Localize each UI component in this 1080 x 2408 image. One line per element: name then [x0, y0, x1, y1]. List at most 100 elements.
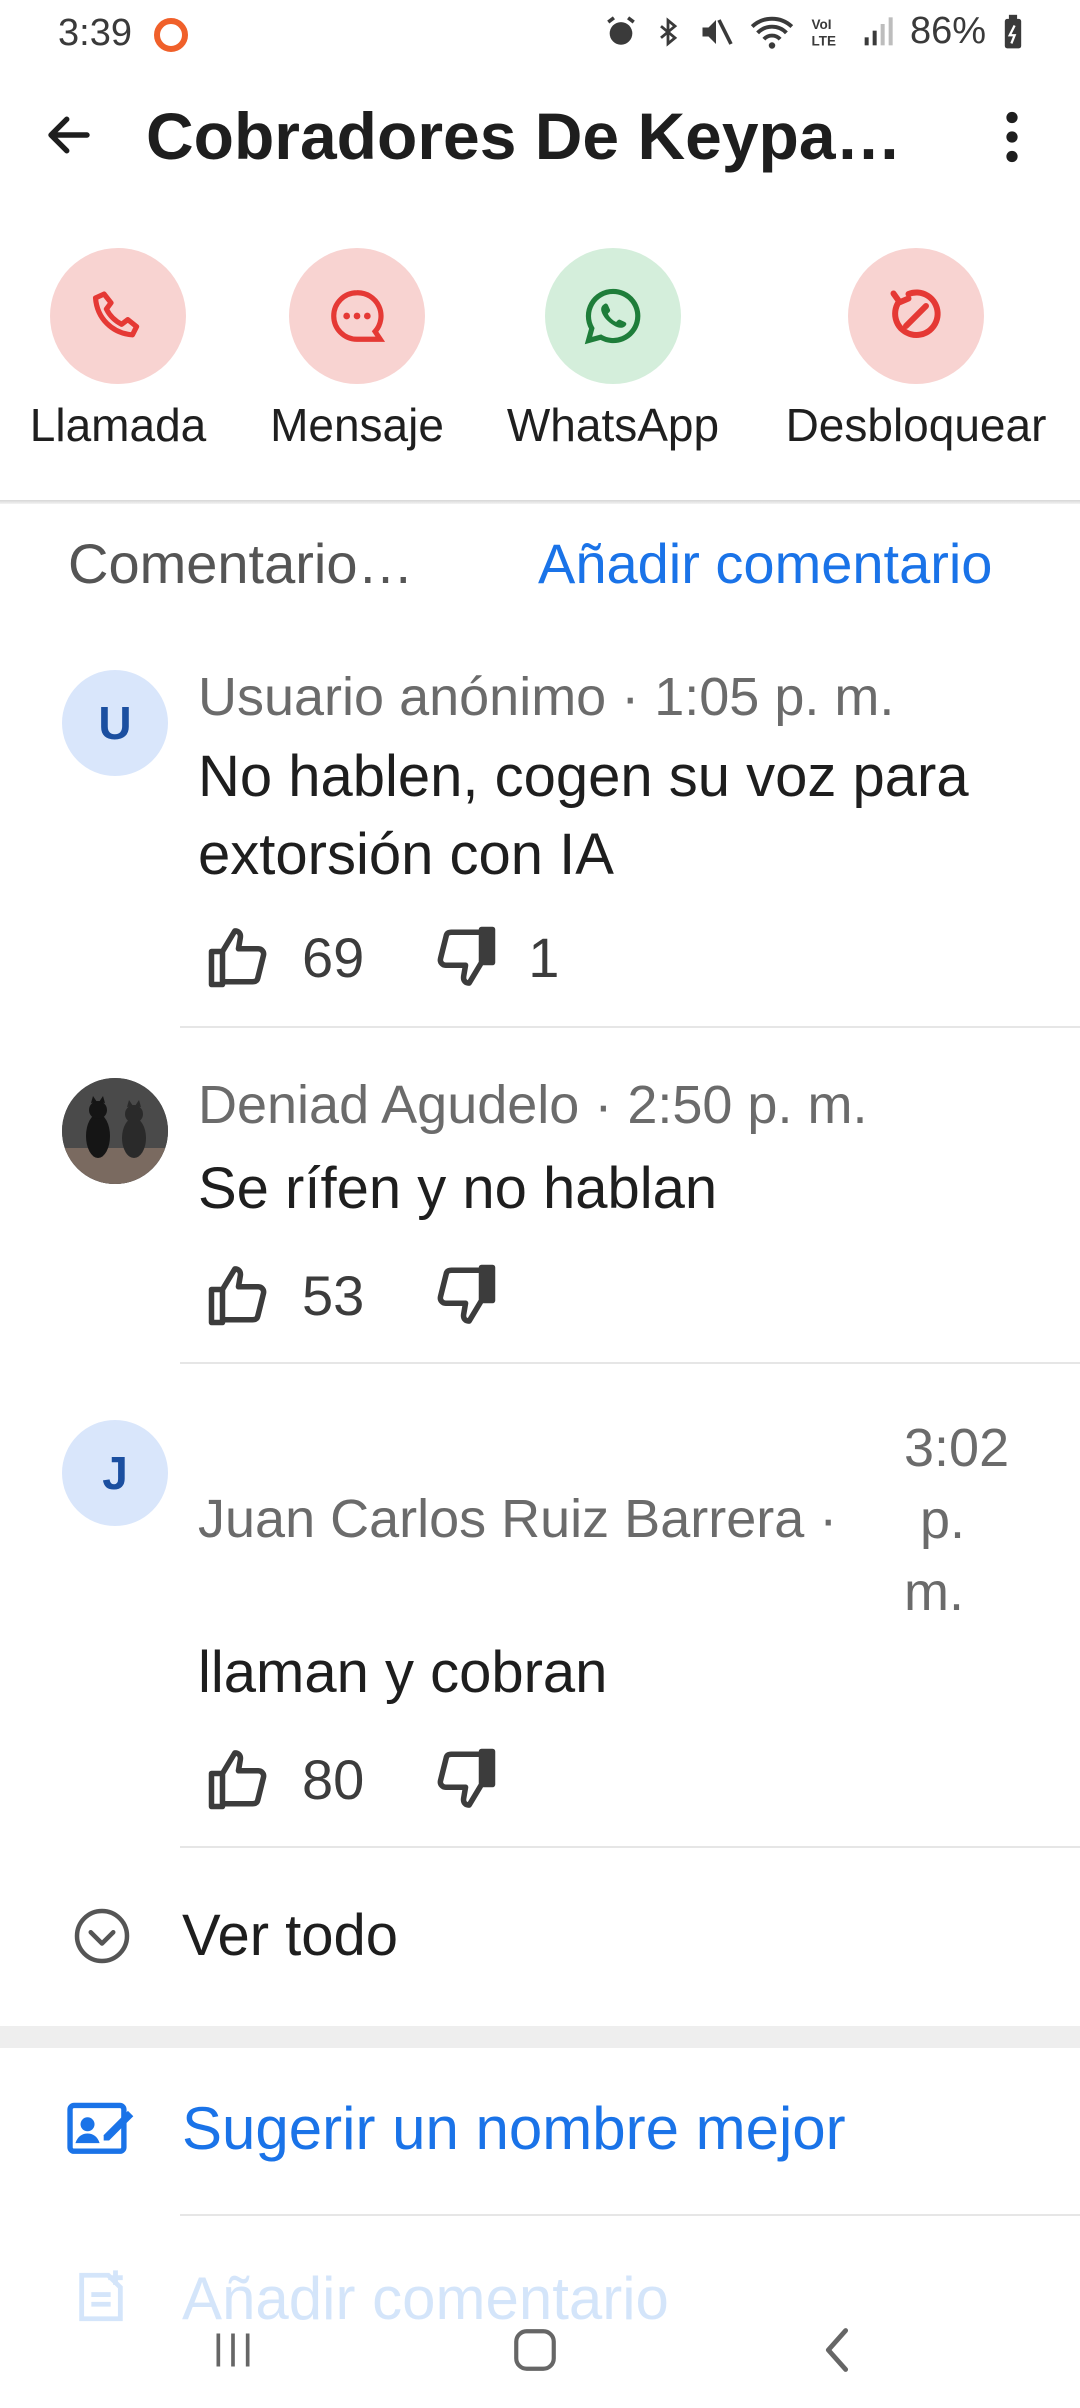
system-nav-bar — [0, 2290, 1080, 2408]
status-time: 3:39 — [58, 12, 132, 54]
header-divider — [0, 500, 1080, 504]
comment-time: 3:02 p. m. — [904, 1412, 1009, 1628]
unblock-icon — [890, 289, 941, 338]
add-comment-link[interactable]: Añadir comentario — [538, 531, 992, 596]
dislike-count: 1 — [528, 925, 560, 989]
dislike-button[interactable]: 1 — [432, 925, 559, 990]
see-all-button[interactable]: Ver todo — [0, 1880, 1080, 1990]
volte-icon: VoILTE — [811, 17, 836, 49]
comments-title: Comentario… — [68, 531, 414, 595]
comment-author: Usuario anónimo — [198, 667, 607, 727]
svg-text:LTE: LTE — [811, 33, 836, 48]
signal-icon — [864, 16, 893, 45]
thumb-up-icon — [208, 1266, 267, 1326]
home-icon — [514, 2329, 556, 2371]
thumb-down-icon — [437, 1264, 496, 1324]
comment-item: Deniad Agudelo · 2:50 p. m. Se rífen y n… — [0, 1072, 1080, 1372]
comment-author: Juan Carlos Ruiz Barrera — [198, 1489, 805, 1549]
suggest-name-label: Sugerir un nombre mejor — [182, 2095, 846, 2162]
svg-text:VoI: VoI — [811, 17, 831, 32]
mute-icon — [702, 18, 733, 45]
suggest-divider — [180, 2214, 1080, 2216]
comment-votes: 80 — [206, 1744, 498, 1814]
screen: 3:39 VoILTE 86% Cobradores De Keypa… Ll — [0, 0, 1080, 2408]
section-separator — [0, 2026, 1080, 2048]
nav-back-button[interactable] — [792, 2310, 882, 2390]
message-button[interactable]: Mensaje — [270, 248, 444, 452]
avatar[interactable]: U — [62, 670, 168, 776]
avatar[interactable]: J — [62, 1420, 168, 1526]
arrow-left-icon — [48, 116, 90, 154]
comment-time: 2:50 p. m. — [627, 1075, 868, 1135]
action-row: Llamada Mensaje WhatsApp Desbloquear — [0, 248, 1080, 458]
whatsapp-button[interactable]: WhatsApp — [507, 248, 719, 452]
see-all-label: Ver todo — [182, 1903, 399, 1968]
wifi-icon — [750, 16, 794, 49]
call-button[interactable]: Llamada — [30, 248, 206, 452]
call-circle — [50, 248, 186, 384]
suggest-name-button[interactable]: Sugerir un nombre mejor — [0, 2074, 1080, 2184]
recent-apps-icon — [216, 2333, 250, 2367]
back-button[interactable] — [34, 100, 104, 170]
avatar[interactable] — [62, 1078, 168, 1184]
chevron-left-icon — [825, 2328, 849, 2372]
comment-separator: · — [579, 1075, 628, 1135]
comment-votes: 69 1 — [206, 922, 559, 992]
bluetooth-icon — [660, 16, 678, 47]
comment-time-line: m. — [904, 1562, 964, 1622]
cats-photo-icon — [62, 1078, 168, 1184]
comment-time-line: 3:02 — [904, 1418, 1010, 1478]
home-button[interactable] — [490, 2310, 580, 2390]
chevron-down-circle-icon — [74, 1908, 130, 1964]
comment-text: llaman y cobran — [198, 1640, 608, 1705]
comment-text: Se rífen y no hablan — [198, 1156, 718, 1221]
comments-header: Comentario… Añadir comentario — [68, 528, 1068, 598]
like-button[interactable]: 80 — [206, 1747, 364, 1812]
edit-card-icon — [67, 2102, 134, 2154]
comment-meta: Deniad Agudelo · 2:50 p. m. — [198, 1074, 867, 1136]
page-title: Cobradores De Keypa… — [146, 99, 902, 173]
thumb-up-icon — [208, 1750, 267, 1810]
dislike-button[interactable] — [432, 1748, 498, 1810]
comment-divider — [180, 1362, 1080, 1364]
comment-separator: · — [804, 1489, 838, 1549]
whatsapp-label: WhatsApp — [506, 399, 720, 451]
unblock-button[interactable]: Desbloquear — [786, 248, 1046, 452]
like-count: 53 — [302, 1263, 365, 1327]
comment-item: J Juan Carlos Ruiz Barrera · 3:02 p. m. … — [0, 1412, 1080, 1852]
chat-icon — [331, 290, 386, 342]
like-button[interactable]: 53 — [206, 1263, 364, 1328]
more-vertical-icon — [1006, 111, 1018, 163]
unblock-label: Desbloquear — [785, 399, 1047, 451]
recent-apps-button[interactable] — [188, 2310, 278, 2390]
dislike-button[interactable] — [432, 1264, 498, 1326]
thumb-down-icon — [437, 926, 496, 986]
comment-time-line: p. — [920, 1490, 966, 1550]
comment-votes: 53 — [206, 1260, 498, 1330]
unblock-circle — [848, 248, 984, 384]
comment-meta: Juan Carlos Ruiz Barrera · — [198, 1488, 837, 1550]
like-button[interactable]: 69 — [206, 925, 364, 990]
more-options-button[interactable] — [982, 102, 1042, 172]
call-label: Llamada — [29, 399, 207, 451]
comment-divider — [180, 1026, 1080, 1028]
comment-divider — [180, 1846, 1080, 1848]
app-bar: Cobradores De Keypa… — [0, 78, 1080, 198]
thumb-up-icon — [208, 928, 267, 988]
alarm-icon — [607, 15, 635, 45]
thumb-down-icon — [437, 1748, 496, 1808]
comment-meta: Usuario anónimo · 1:05 p. m. — [198, 666, 894, 728]
phone-icon — [92, 291, 140, 338]
message-label: Mensaje — [270, 399, 444, 451]
battery-percent: 86% — [909, 10, 986, 52]
message-circle — [289, 248, 425, 384]
whatsapp-icon — [584, 288, 641, 345]
comment-time: 1:05 p. m. — [654, 667, 895, 727]
comment-text: No hablen, cogen su voz para extorsión c… — [198, 744, 969, 887]
status-icons: VoI LTE 86% — [604, 10, 1024, 53]
whatsapp-circle — [545, 248, 681, 384]
comment-separator: · — [606, 667, 655, 727]
recording-indicator-icon — [154, 18, 188, 52]
like-count: 80 — [302, 1747, 365, 1811]
comment-author: Deniad Agudelo — [198, 1075, 580, 1135]
